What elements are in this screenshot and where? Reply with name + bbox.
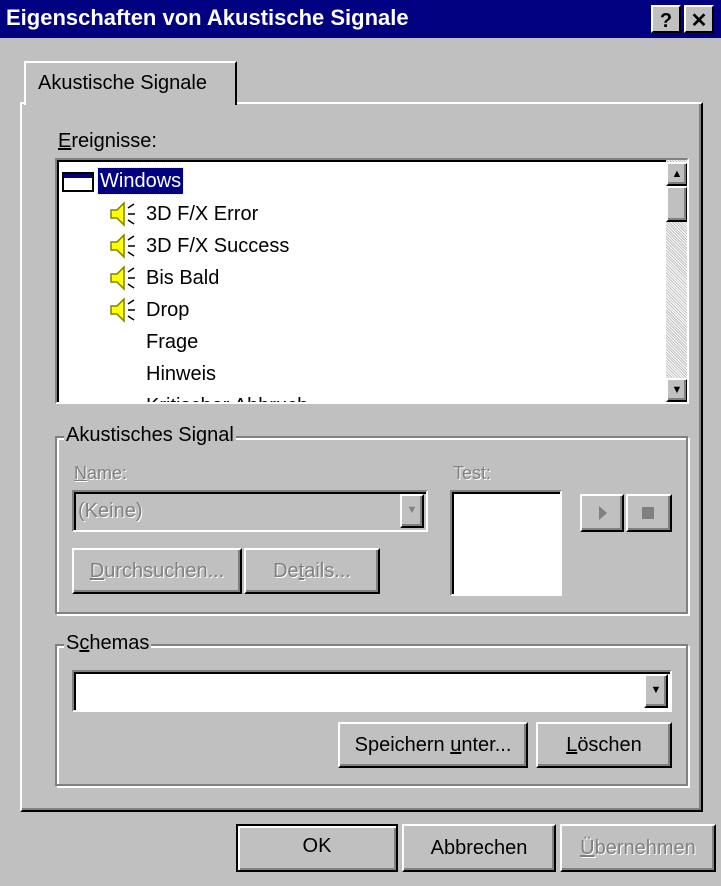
details-button[interactable]: Details... (244, 548, 380, 594)
name-select[interactable]: (Keine) ▼ (72, 490, 428, 532)
speaker-icon (110, 297, 135, 323)
test-label: Test: (453, 463, 492, 483)
name-select-value: (Keine) (78, 500, 143, 522)
chevron-down-icon[interactable]: ▼ (644, 674, 668, 708)
play-icon (599, 506, 607, 520)
list-item-label: Kritischer Abbruch (146, 390, 308, 402)
help-button[interactable]: ? (651, 5, 681, 33)
browse-button[interactable]: Durchsuchen... (72, 548, 242, 594)
title-bar[interactable]: Eigenschaften von Akustische Signale ? ✕ (0, 0, 721, 38)
tab-akustische-signale[interactable]: Akustische Signale (24, 61, 237, 105)
cancel-button[interactable]: Abbrechen (402, 824, 556, 872)
speaker-icon (110, 201, 135, 227)
window-icon (62, 172, 94, 192)
scroll-up-button[interactable]: ▲ (666, 162, 687, 186)
events-list[interactable]: Windows 3D F/X Error 3D F/X Success Bis Ba… (55, 158, 689, 404)
speaker-icon (110, 233, 135, 259)
stop-button[interactable] (626, 494, 672, 532)
play-button[interactable] (580, 494, 624, 532)
sound-group-label: Akustisches Signal (64, 424, 236, 447)
scroll-down-button[interactable]: ▼ (666, 378, 687, 402)
name-label: Name: (74, 463, 128, 483)
window-title: Eigenschaften von Akustische Signale (6, 5, 409, 30)
apply-button[interactable]: Übernehmen (560, 824, 716, 872)
close-button[interactable]: ✕ (684, 5, 714, 33)
list-item-label: 3D F/X Success (146, 235, 290, 257)
test-preview (450, 490, 562, 596)
stop-icon (642, 507, 654, 519)
list-item-label: Hinweis (146, 363, 217, 385)
speaker-icon (110, 265, 135, 291)
schemes-select[interactable]: ▼ (72, 670, 672, 712)
events-scrollbar[interactable]: ▲ ▼ (666, 160, 687, 402)
events-list-content: Windows 3D F/X Error 3D F/X Success Bis Ba… (60, 164, 664, 402)
events-label: Ereignisse: (58, 130, 157, 152)
list-item-label: Bis Bald (146, 267, 220, 289)
list-item-label: Windows (96, 167, 185, 195)
ok-button[interactable]: OK (236, 824, 398, 872)
scroll-thumb[interactable] (666, 186, 687, 222)
tab-label: Akustische Signale (38, 72, 207, 94)
list-item-label: Frage (146, 331, 199, 353)
schemes-group-label: Schemas (64, 632, 152, 655)
list-item-label: 3D F/X Error (146, 203, 259, 225)
list-item-label: Drop (146, 299, 190, 321)
save-as-button[interactable]: Speichern unter... (338, 722, 528, 768)
chevron-down-icon[interactable]: ▼ (400, 494, 424, 528)
delete-button[interactable]: Löschen (536, 722, 672, 768)
